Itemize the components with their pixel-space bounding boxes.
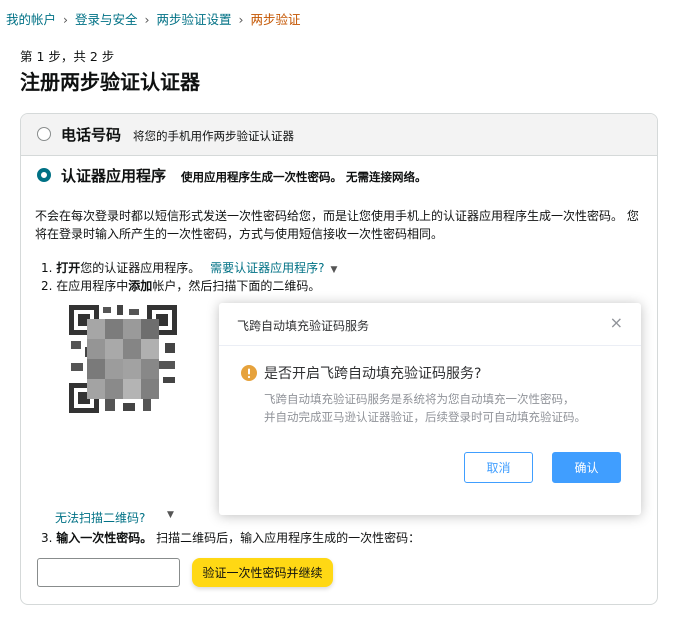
dialog-message: 飞跨自动填充验证码服务是系统将为您自动填充一次性密码， 并自动完成亚马逊认证器验… xyxy=(264,390,586,426)
dialog-header-title: 飞跨自动填充验证码服务 xyxy=(237,319,370,333)
step-3-number: 3. xyxy=(41,531,53,545)
step-1-text: 您的认证器应用程序。 xyxy=(80,261,201,275)
app-radio[interactable] xyxy=(37,168,51,182)
step-1: 1. 打开您的认证器应用程序。 需要认证器应用程序? ▼ xyxy=(41,259,337,276)
autofill-dialog: 飞跨自动填充验证码服务 × 是否开启飞跨自动填充验证码服务? 飞跨自动填充验证码… xyxy=(219,303,641,515)
step-3: 3. 输入一次性密码。 扫描二维码后，输入应用程序生成的一次性密码： xyxy=(41,529,420,546)
cancel-button[interactable]: 取消 xyxy=(464,452,533,483)
cant-scan-link[interactable]: 无法扫描二维码? xyxy=(55,509,145,526)
breadcrumb-separator: › xyxy=(63,12,69,27)
app-option-label: 认证器应用程序 xyxy=(61,167,167,185)
step-2-number: 2. xyxy=(41,279,53,293)
warning-icon xyxy=(241,365,257,381)
otp-input[interactable] xyxy=(37,558,180,587)
step-1-number: 1. xyxy=(41,261,53,275)
app-description: 不会在每次登录时都以短信形式发送一次性密码给您，而是让您使用手机上的认证器应用程… xyxy=(35,209,639,241)
qr-code xyxy=(67,303,179,415)
breadcrumb-my-account[interactable]: 我的帐户 xyxy=(6,12,56,27)
app-option-desc: 使用应用程序生成一次性密码。 无需连接网络。 xyxy=(181,170,427,184)
page-title: 注册两步验证认证器 xyxy=(20,70,200,94)
option-phone[interactable]: 电话号码 将您的手机用作两步验证认证器 xyxy=(21,114,657,156)
dialog-message-line-2: 并自动完成亚马逊认证器验证，后续登录时可自动填充验证码。 xyxy=(264,410,586,424)
breadcrumb: 我的帐户 › 登录与安全 › 两步验证设置 › 两步验证 xyxy=(6,9,301,28)
breadcrumb-current: 两步验证 xyxy=(250,12,301,27)
chevron-down-icon: ▼ xyxy=(167,510,174,520)
step-indicator: 第 1 步，共 2 步 xyxy=(20,49,115,64)
step-2-bold: 添加 xyxy=(128,279,153,293)
step-3-text: 扫描二维码后，输入应用程序生成的一次性密码： xyxy=(152,531,421,545)
confirm-button[interactable]: 确认 xyxy=(552,452,621,483)
step-1-bold: 打开 xyxy=(56,261,81,275)
breadcrumb-2sv-settings[interactable]: 两步验证设置 xyxy=(157,12,232,27)
step-3-bold: 输入一次性密码。 xyxy=(56,531,153,545)
step-2-prefix: 在应用程序中 xyxy=(56,279,129,293)
step-2-text: 帐户，然后扫描下面的二维码。 xyxy=(152,279,321,293)
chevron-down-icon: ▼ xyxy=(330,265,338,275)
step-2: 2. 在应用程序中添加帐户，然后扫描下面的二维码。 xyxy=(41,277,320,294)
phone-option-desc: 将您的手机用作两步验证认证器 xyxy=(133,129,294,143)
dialog-message-line-1: 飞跨自动填充验证码服务是系统将为您自动填充一次性密码， xyxy=(264,392,575,406)
dialog-title: 是否开启飞跨自动填充验证码服务? xyxy=(264,366,482,382)
verify-continue-button[interactable]: 验证一次性密码并继续 xyxy=(192,558,333,587)
phone-option-label: 电话号码 xyxy=(61,126,122,144)
close-icon[interactable]: × xyxy=(610,313,623,332)
dialog-header: 飞跨自动填充验证码服务 × xyxy=(219,303,641,346)
phone-radio[interactable] xyxy=(37,127,51,141)
breadcrumb-login-security[interactable]: 登录与安全 xyxy=(75,12,138,27)
breadcrumb-separator: › xyxy=(238,12,244,27)
need-app-link[interactable]: 需要认证器应用程序? xyxy=(210,261,324,275)
breadcrumb-separator: › xyxy=(144,12,150,27)
